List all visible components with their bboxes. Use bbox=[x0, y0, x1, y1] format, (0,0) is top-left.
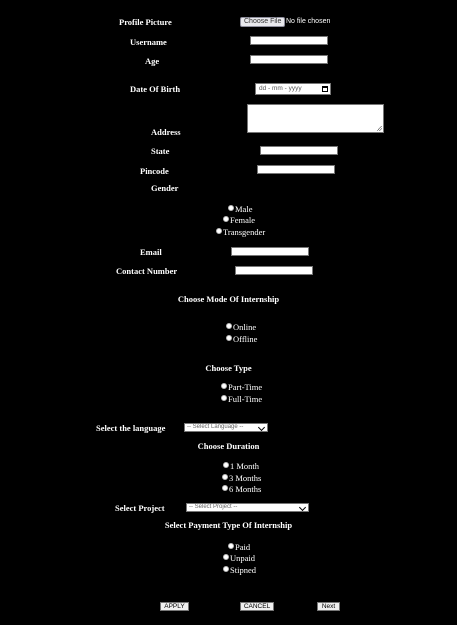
pincode-label: Pincode bbox=[140, 166, 169, 176]
duration-6months-radio[interactable] bbox=[222, 485, 228, 491]
username-input[interactable] bbox=[250, 36, 328, 45]
type-fulltime-label: Full-Time bbox=[228, 394, 263, 404]
contact-number-input[interactable] bbox=[235, 266, 313, 275]
age-label: Age bbox=[145, 56, 160, 66]
mode-online-label: Online bbox=[233, 322, 257, 332]
dob-placeholder: dd - mm - yyyy bbox=[259, 85, 302, 92]
username-label: Username bbox=[130, 37, 167, 47]
language-selected: -- Select Language -- bbox=[187, 424, 244, 430]
payment-paid-label: Paid bbox=[235, 542, 251, 552]
payment-unpaid-radio[interactable] bbox=[223, 554, 229, 560]
email-label: Email bbox=[140, 247, 162, 257]
address-label: Address bbox=[151, 127, 181, 137]
pincode-input[interactable] bbox=[257, 165, 335, 174]
age-input[interactable] bbox=[250, 55, 328, 64]
project-select[interactable]: -- Select Project -- bbox=[186, 503, 309, 512]
calendar-icon[interactable] bbox=[322, 86, 328, 92]
dob-input[interactable]: dd - mm - yyyy bbox=[255, 83, 331, 95]
email-input[interactable] bbox=[231, 247, 309, 256]
gender-male-label: Male bbox=[235, 204, 253, 214]
chevron-down-icon bbox=[257, 424, 266, 431]
choose-file-button[interactable]: Choose File bbox=[240, 17, 286, 27]
duration-1month-radio[interactable] bbox=[223, 462, 229, 468]
duration-1month-label: 1 Month bbox=[230, 461, 260, 471]
cancel-button[interactable]: CANCEL bbox=[240, 602, 274, 611]
gender-transgender-label: Transgender bbox=[223, 227, 266, 237]
gender-transgender-radio[interactable] bbox=[216, 228, 222, 234]
gender-male-radio[interactable] bbox=[228, 205, 234, 211]
duration-3months-radio[interactable] bbox=[222, 474, 228, 480]
type-parttime-label: Part-Time bbox=[228, 382, 263, 392]
gender-female-label: Female bbox=[230, 215, 256, 225]
duration-3months-label: 3 Months bbox=[229, 473, 262, 483]
mode-online-radio[interactable] bbox=[226, 323, 232, 329]
mode-offline-radio[interactable] bbox=[226, 335, 232, 341]
chevron-down-icon bbox=[298, 504, 307, 511]
duration-6months-label: 6 Months bbox=[229, 484, 262, 494]
mode-heading: Choose Mode Of Internship bbox=[177, 294, 280, 304]
resize-handle-icon[interactable] bbox=[377, 126, 382, 131]
type-parttime-radio[interactable] bbox=[221, 383, 227, 389]
apply-button[interactable]: APPLY bbox=[160, 602, 189, 611]
payment-unpaid-label: Unpaid bbox=[230, 553, 256, 563]
payment-stipned-radio[interactable] bbox=[223, 566, 229, 572]
profile-picture-label: Profile Picture bbox=[119, 17, 172, 27]
state-input[interactable] bbox=[260, 146, 338, 155]
address-textarea[interactable] bbox=[247, 104, 384, 133]
mode-offline-label: Offline bbox=[233, 334, 258, 344]
language-label: Select the language bbox=[96, 423, 166, 433]
gender-label: Gender bbox=[151, 183, 179, 193]
type-heading: Choose Type bbox=[205, 363, 252, 373]
project-label: Select Project bbox=[115, 503, 165, 513]
project-selected: -- Select Project -- bbox=[189, 504, 238, 510]
payment-heading: Select Payment Type Of Internship bbox=[164, 520, 293, 530]
payment-paid-radio[interactable] bbox=[228, 543, 234, 549]
next-button[interactable]: Next bbox=[317, 602, 340, 611]
contact-number-label: Contact Number bbox=[116, 266, 178, 276]
payment-stipned-label: Stipned bbox=[230, 565, 256, 575]
state-label: State bbox=[151, 146, 170, 156]
type-fulltime-radio[interactable] bbox=[221, 395, 227, 401]
dob-label: Date Of Birth bbox=[130, 84, 181, 94]
gender-female-radio[interactable] bbox=[223, 216, 229, 222]
duration-heading: Choose Duration bbox=[197, 441, 260, 451]
language-select[interactable]: -- Select Language -- bbox=[184, 423, 268, 432]
file-status-text: No file chosen bbox=[286, 18, 331, 25]
